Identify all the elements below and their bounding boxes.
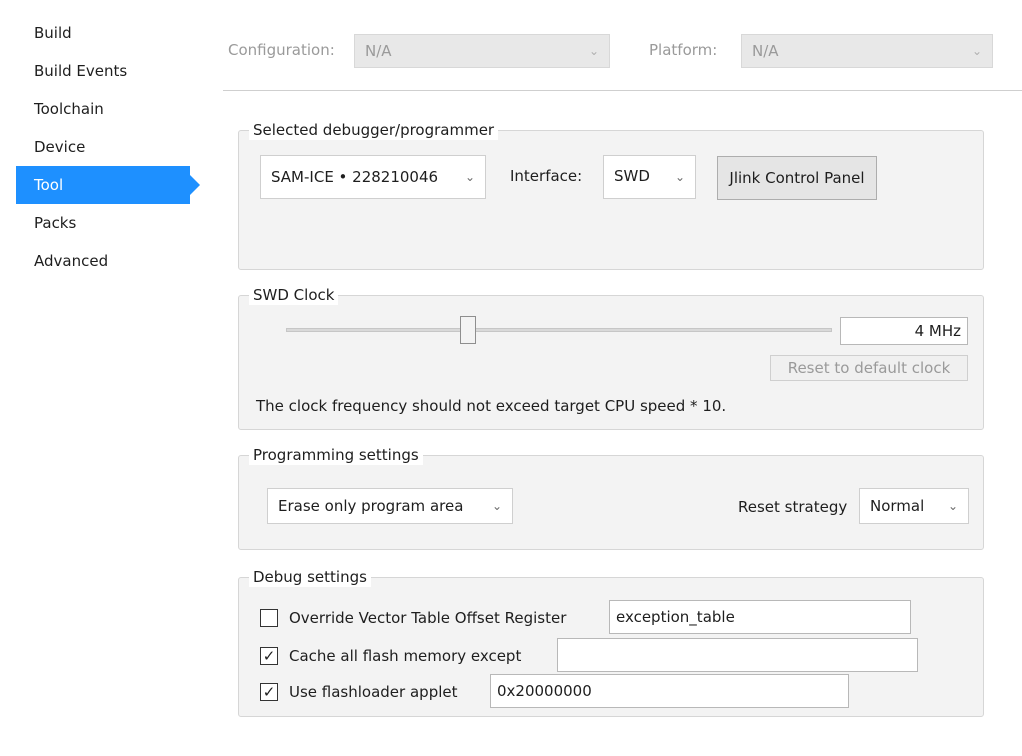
sidebar-item-toolchain[interactable]: Toolchain [16, 90, 190, 128]
sidebar-item-label: Build [34, 24, 72, 42]
tool-settings-panel: Configuration: N/A ⌄ Platform: N/A ⌄ Sel… [213, 8, 1022, 756]
override-vtor-label: Override Vector Table Offset Register [289, 609, 567, 627]
platform-value: N/A [752, 42, 779, 60]
interface-select[interactable]: SWD ⌄ [603, 155, 696, 199]
configuration-bar: Configuration: N/A ⌄ Platform: N/A ⌄ [213, 8, 1022, 90]
debugger-group-title: Selected debugger/programmer [249, 120, 499, 140]
reset-strategy-label: Reset strategy [738, 498, 848, 516]
programming-settings-title: Programming settings [249, 445, 423, 465]
sidebar-item-device[interactable]: Device [16, 128, 190, 166]
swd-clock-group: SWD Clock 4 MHz Reset to default clock T… [238, 285, 984, 430]
debug-settings-group: Debug settings Override Vector Table Off… [238, 567, 984, 717]
sidebar-item-build[interactable]: Build [16, 14, 190, 52]
chevron-down-icon: ⌄ [588, 44, 599, 58]
sidebar-item-label: Toolchain [34, 100, 104, 118]
platform-label: Platform: [649, 41, 718, 59]
checkmark-icon: ✓ [262, 647, 276, 665]
override-vtor-field[interactable]: exception_table [609, 600, 911, 634]
flashloader-checkbox[interactable]: ✓ [260, 683, 278, 701]
swd-clock-slider-thumb[interactable] [460, 316, 476, 344]
flashloader-address-field[interactable]: 0x20000000 [490, 674, 849, 708]
platform-select: N/A ⌄ [741, 34, 993, 68]
swd-clock-note: The clock frequency should not exceed ta… [256, 397, 727, 415]
sidebar-item-label: Tool [34, 176, 64, 194]
configuration-value: N/A [365, 42, 392, 60]
erase-mode-value: Erase only program area [278, 497, 464, 515]
chevron-down-icon: ⌄ [674, 170, 685, 184]
sidebar-item-label: Packs [34, 214, 77, 232]
chevron-down-icon: ⌄ [491, 499, 502, 513]
reset-default-clock-button[interactable]: Reset to default clock [770, 355, 968, 381]
header-divider [223, 90, 1022, 91]
interface-value: SWD [614, 167, 650, 185]
flashloader-label: Use flashloader applet [289, 683, 458, 701]
chevron-down-icon: ⌄ [947, 499, 958, 513]
debugger-value: SAM-ICE • 228210046 [271, 168, 439, 186]
erase-mode-select[interactable]: Erase only program area ⌄ [267, 488, 513, 524]
project-properties-window: Build Build Events Toolchain Device Tool… [8, 8, 1022, 756]
sidebar-item-advanced[interactable]: Advanced [16, 242, 190, 280]
reset-strategy-value: Normal [870, 497, 925, 515]
sidebar-item-label: Advanced [34, 252, 109, 270]
checkmark-icon: ✓ [262, 683, 276, 701]
chevron-down-icon: ⌄ [971, 44, 982, 58]
chevron-down-icon: ⌄ [464, 170, 475, 184]
cache-flash-exceptions-field[interactable] [557, 638, 918, 672]
sidebar-item-label: Build Events [34, 62, 128, 80]
swd-clock-value-field[interactable]: 4 MHz [840, 317, 968, 345]
swd-clock-slider-track[interactable] [286, 328, 832, 332]
sidebar-item-packs[interactable]: Packs [16, 204, 190, 242]
configuration-select: N/A ⌄ [354, 34, 610, 68]
programming-settings-group: Programming settings Erase only program … [238, 445, 984, 550]
debugger-group: Selected debugger/programmer SAM-ICE • 2… [238, 120, 984, 270]
interface-label: Interface: [510, 167, 583, 185]
swd-clock-group-title: SWD Clock [249, 285, 339, 305]
cache-flash-label: Cache all flash memory except [289, 647, 522, 665]
sidebar: Build Build Events Toolchain Device Tool… [8, 8, 213, 756]
debug-settings-title: Debug settings [249, 567, 371, 587]
sidebar-item-build-events[interactable]: Build Events [16, 52, 190, 90]
cache-flash-checkbox[interactable]: ✓ [260, 647, 278, 665]
override-vtor-checkbox[interactable] [260, 609, 278, 627]
reset-strategy-select[interactable]: Normal ⌄ [859, 488, 969, 524]
sidebar-item-tool[interactable]: Tool [16, 166, 200, 204]
configuration-label: Configuration: [228, 41, 335, 59]
debugger-select[interactable]: SAM-ICE • 228210046 ⌄ [260, 155, 486, 199]
jlink-control-panel-button[interactable]: Jlink Control Panel [717, 156, 877, 200]
sidebar-item-label: Device [34, 138, 86, 156]
